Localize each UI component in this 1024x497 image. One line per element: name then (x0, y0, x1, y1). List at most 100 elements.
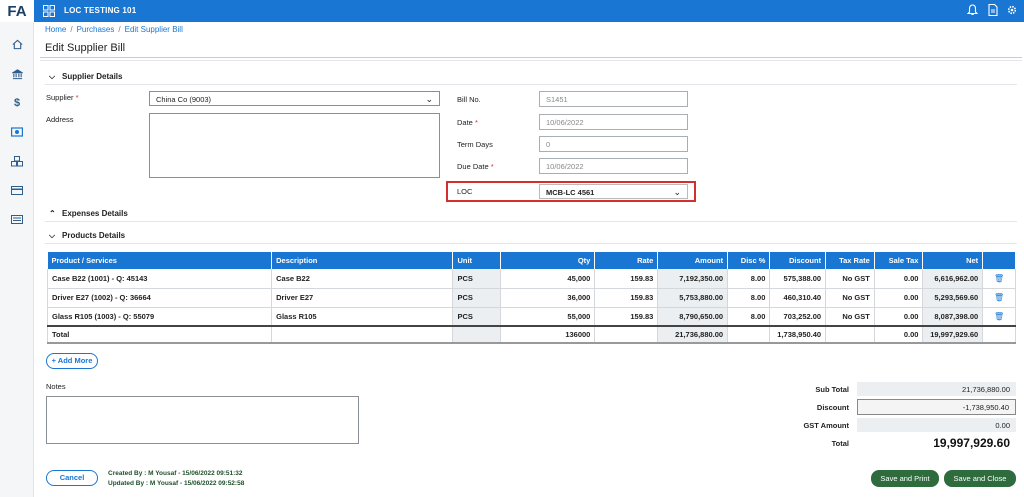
cell-description[interactable]: Driver E27 (271, 288, 454, 308)
cell-tax-rate[interactable]: No GST (825, 288, 875, 308)
discount-label: Discount (816, 403, 849, 412)
add-more-button[interactable]: + Add More (46, 353, 98, 369)
section-divider (45, 221, 1017, 222)
due-date-input[interactable]: 10/06/2022 (539, 158, 688, 174)
cell-disc[interactable]: 8.00 (727, 307, 771, 327)
section-products-toggle[interactable]: ⌵ Products Details (49, 231, 125, 241)
col-header-description: Description (271, 252, 454, 269)
total-empty (594, 325, 659, 344)
total-label: Total (46, 325, 273, 344)
table-total-row: Total 136000 21,736,880.00 1,738,950.40 … (46, 325, 1016, 344)
sub-total-label: Sub Total (815, 385, 849, 394)
sub-total-value: 21,736,880.00 (857, 382, 1016, 396)
cell-net: 5,293,569.60 (922, 288, 984, 308)
grand-total-value: 19,997,929.60 (933, 436, 1010, 450)
total-empty (825, 325, 875, 344)
cell-disc[interactable]: 8.00 (727, 288, 771, 308)
chevron-down-icon: ⌵ (49, 72, 56, 81)
section-divider (45, 243, 1017, 244)
document-icon[interactable] (986, 3, 1000, 18)
section-supplier-toggle[interactable]: ⌵ Supplier Details (49, 72, 122, 82)
col-header-disc: Disc % (727, 252, 771, 269)
notes-label: Notes (46, 382, 66, 391)
stock-icon[interactable] (8, 153, 26, 169)
breadcrumb-purchases[interactable]: Purchases (77, 25, 115, 34)
cell-qty[interactable]: 45,000 (500, 269, 596, 289)
col-header-amount: Amount (657, 252, 729, 269)
app-logo[interactable]: FA (0, 0, 34, 22)
bell-icon[interactable] (965, 4, 979, 18)
bank-icon[interactable] (8, 66, 26, 82)
gear-icon[interactable] (1005, 4, 1019, 18)
cell-tax-rate[interactable]: No GST (825, 269, 875, 289)
breadcrumb-home[interactable]: Home (45, 25, 66, 34)
breadcrumb-current[interactable]: Edit Supplier Bill (125, 25, 183, 34)
discount-value[interactable]: -1,738,950.40 (857, 399, 1016, 415)
page-title: Edit Supplier Bill (45, 42, 126, 54)
cell-unit: PCS (452, 269, 502, 289)
created-by: Created By : M Yousaf - 15/06/2022 09:51… (108, 470, 243, 477)
cell-product[interactable]: Driver E27 (1002) - Q: 36664 (46, 288, 273, 308)
chevron-down-icon: ⌵ (49, 231, 56, 240)
cell-discount[interactable]: 703,252.00 (769, 307, 827, 327)
cell-discount[interactable]: 575,388.00 (769, 269, 827, 289)
col-header-tax-rate: Tax Rate (825, 252, 875, 269)
cell-product[interactable]: Glass R105 (1003) - Q: 55079 (46, 307, 273, 327)
card-icon[interactable] (8, 182, 26, 198)
total-amount: 21,736,880.00 (657, 325, 729, 344)
col-header-unit: Unit (452, 252, 502, 269)
col-header-discount: Discount (769, 252, 827, 269)
bill-no-input[interactable]: S1451 (539, 91, 688, 107)
cell-sale-tax: 0.00 (873, 288, 924, 308)
cell-rate[interactable]: 159.83 (594, 269, 659, 289)
cell-qty[interactable]: 36,000 (500, 288, 596, 308)
title-divider-light (40, 60, 1022, 61)
trash-icon[interactable]: 🗑 (982, 307, 1016, 327)
cell-description[interactable]: Glass R105 (271, 307, 454, 327)
cell-discount[interactable]: 460,310.40 (769, 288, 827, 308)
cell-disc[interactable]: 8.00 (727, 269, 771, 289)
date-input[interactable]: 10/06/2022 (539, 114, 688, 130)
cell-qty[interactable]: 55,000 (500, 307, 596, 327)
col-header-qty: Qty (500, 252, 596, 269)
chevron-up-icon: ⌃ (49, 209, 56, 218)
home-icon[interactable] (8, 36, 26, 52)
col-header-rate: Rate (594, 252, 659, 269)
cell-rate[interactable]: 159.83 (594, 288, 659, 308)
report-icon[interactable] (8, 211, 26, 227)
section-divider (45, 84, 1017, 85)
total-empty (452, 325, 502, 344)
loc-select[interactable]: MCB-LC 4561 ⌄ (539, 184, 688, 199)
table-header-row: Product / Services Description Unit Qty … (47, 252, 1016, 269)
supplier-select[interactable]: China Co (9003) ⌄ (149, 91, 440, 106)
cell-unit: PCS (452, 288, 502, 308)
cell-product[interactable]: Case B22 (1001) - Q: 45143 (46, 269, 273, 289)
col-header-product: Product / Services (47, 252, 273, 269)
apps-grid-icon[interactable] (43, 5, 55, 17)
table-row: Driver E27 (1002) - Q: 36664 Driver E27 … (46, 288, 1016, 308)
gst-value: 0.00 (857, 418, 1016, 432)
cell-rate[interactable]: 159.83 (594, 307, 659, 327)
term-days-input[interactable]: 0 (539, 136, 688, 152)
notes-input[interactable] (46, 396, 359, 444)
cash-icon[interactable] (8, 124, 26, 140)
cell-sale-tax: 0.00 (873, 269, 924, 289)
cell-amount: 7,192,350.00 (657, 269, 729, 289)
dollar-icon[interactable]: $ (8, 95, 26, 111)
trash-icon[interactable]: 🗑 (982, 269, 1016, 289)
cell-description[interactable]: Case B22 (271, 269, 454, 289)
date-label: Date * (457, 118, 478, 127)
cell-tax-rate[interactable]: No GST (825, 307, 875, 327)
section-products-title: Products Details (62, 231, 126, 240)
total-empty (727, 325, 771, 344)
section-expenses-toggle[interactable]: ⌃ Expenses Details (49, 209, 128, 218)
address-input[interactable] (149, 113, 440, 178)
cancel-button[interactable]: Cancel (46, 470, 98, 486)
cell-unit: PCS (452, 307, 502, 327)
sidebar: FA $ (0, 0, 34, 497)
updated-by: Updated By : M Yousaf - 15/06/2022 09:52… (108, 480, 245, 487)
save-and-close-button[interactable]: Save and Close (944, 470, 1016, 487)
save-and-print-button[interactable]: Save and Print (871, 470, 939, 487)
cell-net: 6,616,962.00 (922, 269, 984, 289)
trash-icon[interactable]: 🗑 (982, 288, 1016, 308)
